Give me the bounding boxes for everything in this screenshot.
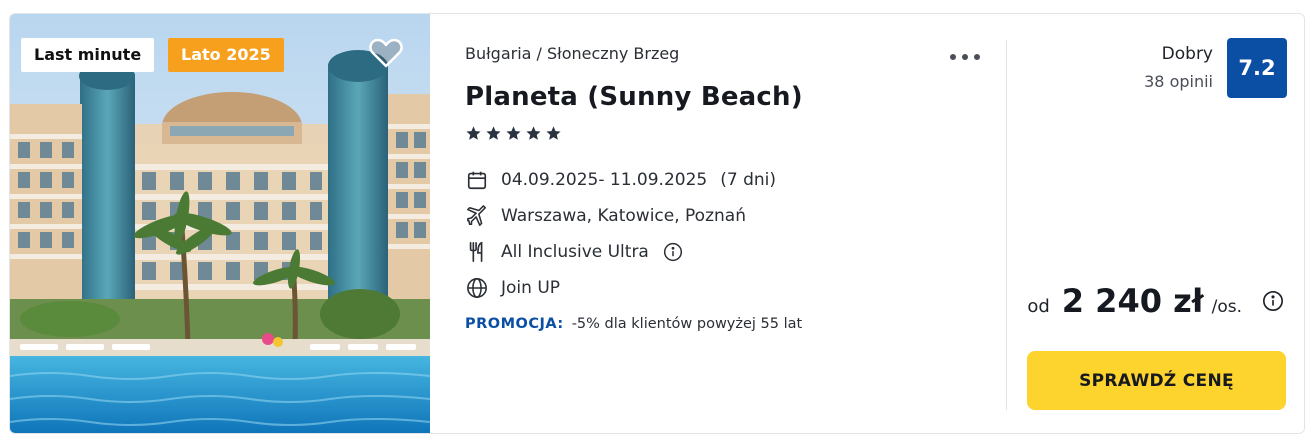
last-minute-badge: Last minute bbox=[21, 38, 155, 72]
heart-outline-icon[interactable] bbox=[369, 38, 403, 68]
star-icon bbox=[486, 126, 501, 140]
star-icon bbox=[546, 126, 561, 140]
offer-card[interactable]: Last minute Lato 2025 Bułgaria / Słonecz… bbox=[9, 13, 1305, 434]
star-icon bbox=[466, 126, 481, 140]
offer-details: Bułgaria / Słoneczny Brzeg Planeta (Sunn… bbox=[465, 14, 995, 433]
reviews-count[interactable]: 38 opinii bbox=[1144, 72, 1213, 91]
star-icon bbox=[526, 126, 541, 140]
promo-text: -5% dla klientów powyżej 55 lat bbox=[571, 316, 803, 332]
price-prefix: od bbox=[1027, 296, 1050, 317]
info-icon[interactable] bbox=[663, 242, 683, 262]
airplane-icon bbox=[465, 204, 489, 228]
departure-cities: Warszawa, Katowice, Poznań bbox=[501, 206, 746, 226]
price-row: od 2 240 zł /os. bbox=[1027, 282, 1284, 320]
departure-row: Warszawa, Katowice, Poznań bbox=[465, 203, 746, 229]
promo-label: PROMOCJA: bbox=[465, 316, 564, 332]
hotel-name[interactable]: Planeta (Sunny Beach) bbox=[465, 82, 803, 112]
rating-score-badge: 7.2 bbox=[1227, 38, 1287, 98]
star-rating bbox=[465, 125, 562, 142]
calendar-icon bbox=[465, 168, 489, 192]
check-price-button[interactable]: SPRAWDŹ CENĘ bbox=[1027, 351, 1286, 410]
promo-row: PROMOCJA: -5% dla klientów powyżej 55 la… bbox=[465, 316, 802, 332]
tour-operator: Join UP bbox=[501, 278, 561, 298]
operator-row: Join UP bbox=[465, 275, 560, 301]
price-unit: /os. bbox=[1211, 297, 1242, 317]
divider bbox=[1006, 40, 1007, 410]
globe-icon bbox=[465, 276, 489, 300]
rating-label: Dobry bbox=[1161, 44, 1213, 64]
trip-duration: (7 dni) bbox=[720, 170, 776, 190]
hotel-photo[interactable]: Last minute Lato 2025 bbox=[10, 14, 430, 433]
price-info-icon[interactable] bbox=[1262, 290, 1284, 312]
trip-dates: 04.09.2025- 11.09.2025 bbox=[501, 170, 708, 190]
price-value: 2 240 zł bbox=[1061, 282, 1204, 320]
season-badge: Lato 2025 bbox=[168, 38, 284, 72]
board-type: All Inclusive Ultra bbox=[501, 242, 649, 262]
more-dots-icon[interactable] bbox=[948, 44, 982, 68]
cutlery-icon bbox=[465, 240, 489, 264]
hotel-location: Bułgaria / Słoneczny Brzeg bbox=[465, 44, 680, 63]
hotel-photo-illustration bbox=[10, 14, 430, 433]
board-row: All Inclusive Ultra bbox=[465, 239, 683, 265]
star-icon bbox=[506, 126, 521, 140]
trip-dates-row: 04.09.2025- 11.09.2025 (7 dni) bbox=[465, 167, 776, 193]
